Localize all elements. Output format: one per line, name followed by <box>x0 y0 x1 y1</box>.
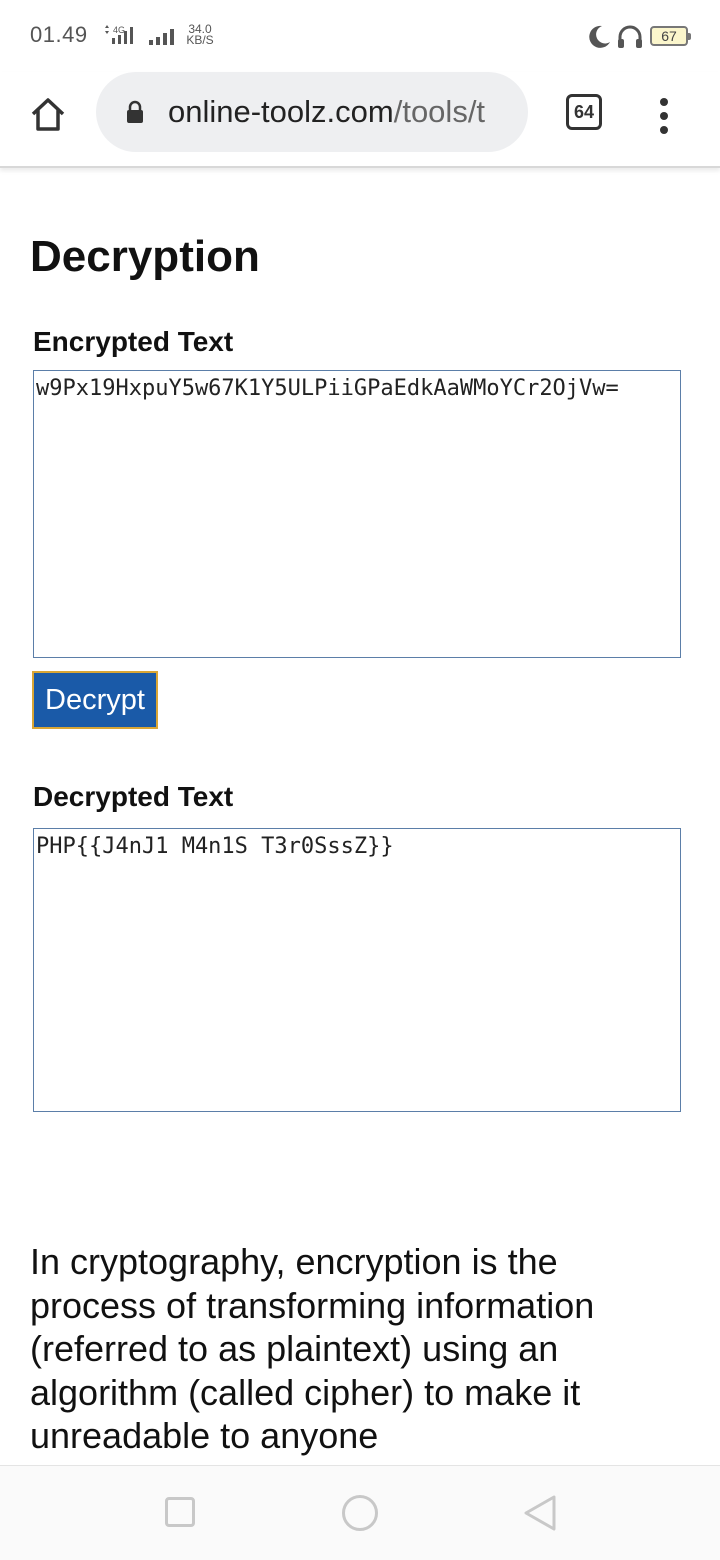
page-title: Decryption <box>30 232 260 281</box>
recents-icon[interactable] <box>165 1497 195 1527</box>
page-content: Decryption Encrypted Text w9Px19HxpuY5w6… <box>0 170 720 1465</box>
url-text[interactable]: online-toolz.com/tools/t <box>168 94 514 130</box>
tabs-icon[interactable]: 64 <box>566 94 602 130</box>
status-bar: 01.49 4G 34.0 KB/S 67 <box>0 0 720 72</box>
decrypted-text-output[interactable]: PHP{{J4nJ1 M4n1S T3r0SssZ}} <box>33 828 681 1112</box>
url-path: /tools/t <box>393 94 486 129</box>
back-icon[interactable] <box>522 1494 558 1532</box>
network-type-label: 4G <box>113 25 125 35</box>
navigation-bar <box>0 1465 720 1560</box>
home-circle-icon[interactable] <box>342 1495 378 1531</box>
lock-icon <box>127 100 143 123</box>
battery-icon: 67 <box>650 26 691 46</box>
home-icon[interactable] <box>28 94 68 134</box>
more-vert-icon[interactable] <box>652 94 676 134</box>
net-speed: 34.0 KB/S <box>186 23 214 47</box>
headphone-icon <box>618 25 642 48</box>
net-speed-unit: KB/S <box>186 33 214 47</box>
encrypted-text-input[interactable]: w9Px19HxpuY5w67K1Y5ULPiiGPaEdkAaWMoYCr2O… <box>33 370 681 658</box>
network-4g-icon: 4G <box>105 25 133 44</box>
address-bar[interactable]: online-toolz.com/tools/t <box>96 72 528 152</box>
status-time: 01.49 <box>30 22 88 47</box>
decrypt-button[interactable]: Decrypt <box>32 671 158 729</box>
browser-toolbar: online-toolz.com/tools/t 64 <box>0 72 720 168</box>
description-paragraph: In cryptography, encryption is the proce… <box>30 1241 595 1456</box>
decrypted-text-label: Decrypted Text <box>33 781 234 812</box>
moon-icon <box>589 25 610 48</box>
encrypted-text-label: Encrypted Text <box>33 326 234 357</box>
url-domain: online-toolz.com <box>168 94 394 129</box>
signal-icon <box>149 29 174 45</box>
